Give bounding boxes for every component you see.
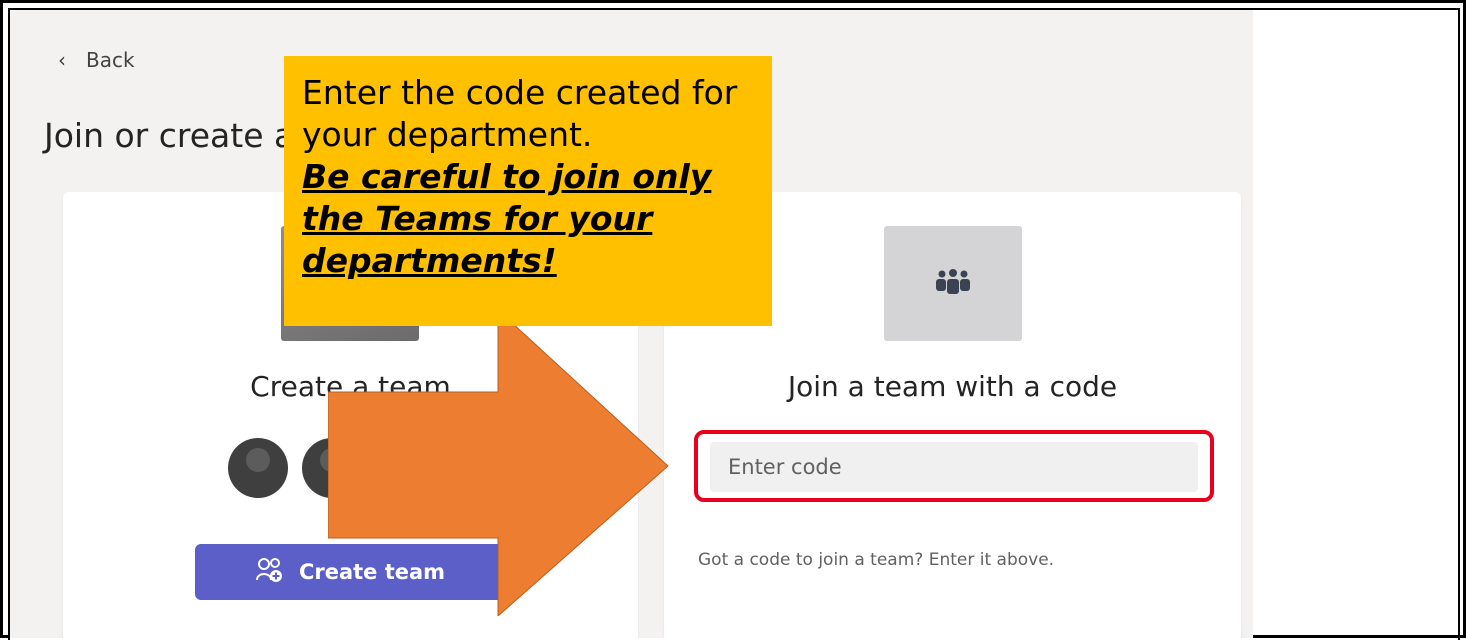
arrow-annotation (328, 310, 669, 616)
code-highlight-box (694, 430, 1214, 502)
people-add-icon (255, 556, 285, 589)
avatar (228, 438, 288, 498)
code-input[interactable] (710, 442, 1198, 492)
back-button[interactable]: ‹ Back (58, 48, 135, 72)
back-label: Back (86, 48, 135, 72)
callout-warning: Be careful to join only the Teams for yo… (302, 157, 712, 280)
chevron-left-icon: ‹ (58, 48, 66, 72)
join-team-illustration (884, 226, 1022, 341)
join-hint: Got a code to join a team? Enter it abov… (698, 550, 1055, 570)
callout-text: Enter the code created for your departme… (302, 73, 738, 154)
join-team-title: Join a team with a code (787, 370, 1118, 403)
people-team-icon (936, 268, 970, 299)
callout-note: Enter the code created for your departme… (284, 56, 772, 326)
teams-window: ‹ Back Join or create a team Create a te… (10, 10, 1253, 638)
